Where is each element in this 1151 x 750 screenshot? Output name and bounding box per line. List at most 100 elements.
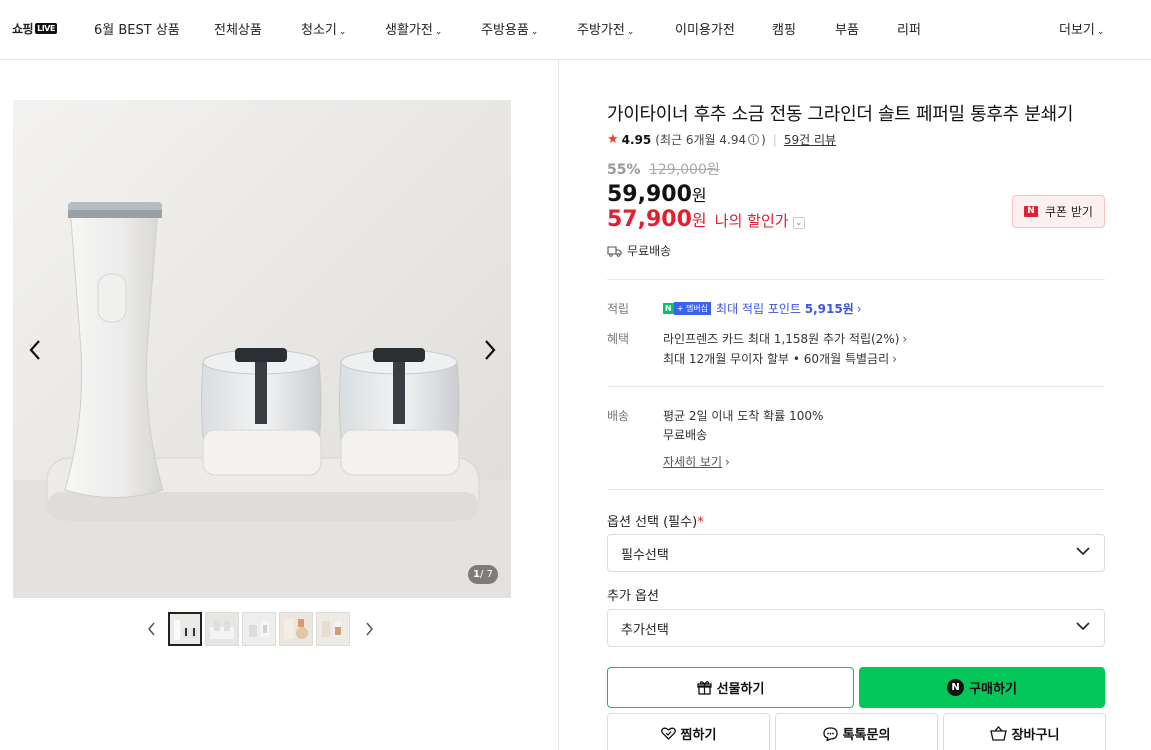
extra-option-label: 추가 옵션 bbox=[607, 589, 659, 604]
shipping-detail-link[interactable]: 자세히 보기 › bbox=[663, 453, 730, 470]
star-icon: ★ bbox=[607, 132, 619, 147]
points-text: 최대 적립 포인트 5,915원 bbox=[716, 300, 854, 317]
chevron-down-icon bbox=[1076, 547, 1090, 556]
image-counter: 1/ 7 bbox=[468, 565, 498, 584]
required-mark: * bbox=[697, 515, 704, 530]
nav-item-label: 6월 BEST 상품 bbox=[94, 23, 180, 38]
image-counter-current: 1 bbox=[473, 569, 481, 580]
required-option-select[interactable]: 필수선택 bbox=[607, 534, 1105, 572]
delivery-info: 무료배송 bbox=[607, 242, 671, 259]
thumbnail-prev-button[interactable] bbox=[142, 612, 162, 646]
my-price-value: 57,900 bbox=[607, 207, 692, 232]
shopping-live-logo[interactable]: 쇼핑 LIVE bbox=[12, 20, 57, 37]
chat-bubble-icon bbox=[822, 726, 838, 741]
thumbnail-2[interactable] bbox=[205, 612, 239, 646]
thumbnail-1[interactable] bbox=[168, 612, 202, 646]
nav-item-label: 전체상품 bbox=[214, 23, 262, 38]
thumbnail-strip bbox=[142, 612, 379, 646]
reviews-link[interactable]: 59건 리뷰 bbox=[784, 131, 836, 148]
naver-n-badge: N bbox=[663, 303, 674, 314]
shipping-label: 배송 bbox=[607, 409, 630, 423]
chevron-right-icon: › bbox=[725, 455, 730, 469]
coupon-button[interactable]: N 쿠폰 받기 bbox=[1012, 195, 1105, 228]
shopping-bag-icon bbox=[989, 726, 1007, 741]
product-title: 가이타이너 후추 소금 전동 그라인더 솔트 페퍼밀 통후추 분쇄기 bbox=[607, 104, 1074, 125]
currency-label: 원 bbox=[691, 211, 707, 230]
chevron-left-icon bbox=[29, 340, 40, 360]
nav-item-label: 부품 bbox=[835, 23, 859, 38]
divider bbox=[607, 279, 1105, 280]
nav-item-home-appliance[interactable]: 생활가전 ⌄ bbox=[385, 19, 442, 38]
gift-button[interactable]: 선물하기 bbox=[607, 667, 854, 708]
chevron-right-icon bbox=[485, 340, 496, 360]
extra-option-select[interactable]: 추가선택 bbox=[607, 609, 1105, 647]
nav-item-kitchen-appliance[interactable]: 주방가전 ⌄ bbox=[577, 19, 634, 38]
buy-label: 구매하기 bbox=[969, 682, 1017, 697]
info-icon[interactable]: i bbox=[748, 134, 760, 145]
column-divider bbox=[558, 60, 559, 750]
rating-score: 4.95 bbox=[621, 132, 652, 147]
cart-label: 장바구니 bbox=[1011, 728, 1060, 743]
nav-item-label: 생활가전 bbox=[385, 23, 433, 38]
nav-item-all-products[interactable]: 전체상품 bbox=[214, 19, 262, 38]
product-main-image[interactable] bbox=[13, 100, 511, 598]
original-price: 129,000원 bbox=[648, 162, 720, 178]
required-option-value: 필수선택 bbox=[621, 547, 669, 563]
thumbnail-5[interactable] bbox=[316, 612, 350, 646]
logo-text: 쇼핑 bbox=[12, 22, 34, 36]
sale-price-value: 59,900 bbox=[607, 182, 692, 207]
divider bbox=[607, 489, 1105, 490]
discount-rate: 55% bbox=[607, 162, 641, 178]
gift-label: 선물하기 bbox=[716, 682, 765, 697]
nav-item-label: 캠핑 bbox=[772, 23, 796, 38]
buy-button[interactable]: N 구매하기 bbox=[859, 667, 1105, 708]
nav-item-best[interactable]: 6월 BEST 상품 bbox=[94, 19, 180, 38]
product-rating: ★ 4.95 (최근 6개월 4.94 i ) | 59건 리뷰 bbox=[607, 131, 836, 148]
wish-button[interactable]: 찜하기 bbox=[607, 713, 770, 750]
nav-more-label: 더보기 bbox=[1059, 23, 1095, 38]
nav-item-parts[interactable]: 부품 bbox=[835, 19, 859, 38]
benefit-label: 혜택 bbox=[607, 332, 630, 346]
chevron-down-icon: ⌄ bbox=[434, 27, 443, 37]
benefit-line-1: 라인프렌즈 카드 최대 1,158원 추가 적립(2%) bbox=[663, 332, 900, 346]
cart-button[interactable]: 장바구니 bbox=[943, 713, 1106, 750]
shipping-line-2: 무료배송 bbox=[663, 428, 708, 442]
benefit-line-2: 최대 12개월 무이자 할부 • 60개월 특별금리 bbox=[663, 352, 890, 366]
membership-badge: + 멤버십 bbox=[673, 302, 712, 315]
thumbnail-4[interactable] bbox=[279, 612, 313, 646]
talk-label: 톡톡문의 bbox=[842, 728, 891, 743]
wish-label: 찜하기 bbox=[680, 728, 717, 743]
benefit-card-link[interactable]: 라인프렌즈 카드 최대 1,158원 추가 적립(2%) › bbox=[663, 330, 907, 347]
shipping-line-1: 평균 2일 이내 도착 확률 100% bbox=[663, 409, 824, 423]
chevron-down-icon: ⌄ bbox=[626, 27, 635, 37]
shipping-detail-label: 자세히 보기 bbox=[663, 455, 723, 469]
thumbnail-next-button[interactable] bbox=[359, 612, 379, 646]
heart-icon bbox=[660, 727, 676, 740]
talk-inquiry-button[interactable]: 톡톡문의 bbox=[775, 713, 938, 750]
image-counter-total: / 7 bbox=[480, 569, 493, 580]
rating-recent-close: ) bbox=[761, 132, 766, 147]
sale-price: 59,900원 bbox=[607, 182, 707, 207]
nav-item-beauty[interactable]: 이미용가전 bbox=[675, 19, 735, 38]
top-navigation: 쇼핑 LIVE 6월 BEST 상품 전체상품 청소기 ⌄ 생활가전 ⌄ 주방용품 ⌄… bbox=[0, 0, 1151, 60]
logo-live-badge: LIVE bbox=[35, 23, 57, 34]
nav-item-label: 주방가전 bbox=[577, 23, 625, 38]
benefit-installment-link[interactable]: 최대 12개월 무이자 할부 • 60개월 특별금리 › bbox=[663, 350, 897, 367]
nav-more[interactable]: 더보기 ⌄ bbox=[1059, 19, 1104, 38]
points-row[interactable]: N + 멤버십 최대 적립 포인트 5,915원 › bbox=[663, 300, 862, 317]
gallery-next-button[interactable] bbox=[476, 336, 504, 364]
nav-item-vacuum[interactable]: 청소기 ⌄ bbox=[301, 19, 346, 38]
gallery-prev-button[interactable] bbox=[21, 336, 49, 364]
currency-label: 원 bbox=[691, 186, 707, 205]
extra-option-value: 추가선택 bbox=[621, 622, 669, 638]
chevron-right-icon: › bbox=[902, 332, 908, 346]
required-option-label: 옵션 선택 (필수)* bbox=[607, 511, 704, 530]
points-text-prefix: 최대 적립 포인트 bbox=[716, 302, 805, 316]
nav-item-kitchenware[interactable]: 주방용품 ⌄ bbox=[481, 19, 538, 38]
my-discount-price[interactable]: 57,900원 나의 할인가 ⌄ bbox=[607, 207, 805, 232]
nav-item-camping[interactable]: 캠핑 bbox=[772, 19, 796, 38]
nav-item-refurb[interactable]: 리퍼 bbox=[897, 19, 921, 38]
divider bbox=[607, 386, 1105, 387]
thumbnail-3[interactable] bbox=[242, 612, 276, 646]
chevron-down-icon bbox=[1076, 622, 1090, 631]
